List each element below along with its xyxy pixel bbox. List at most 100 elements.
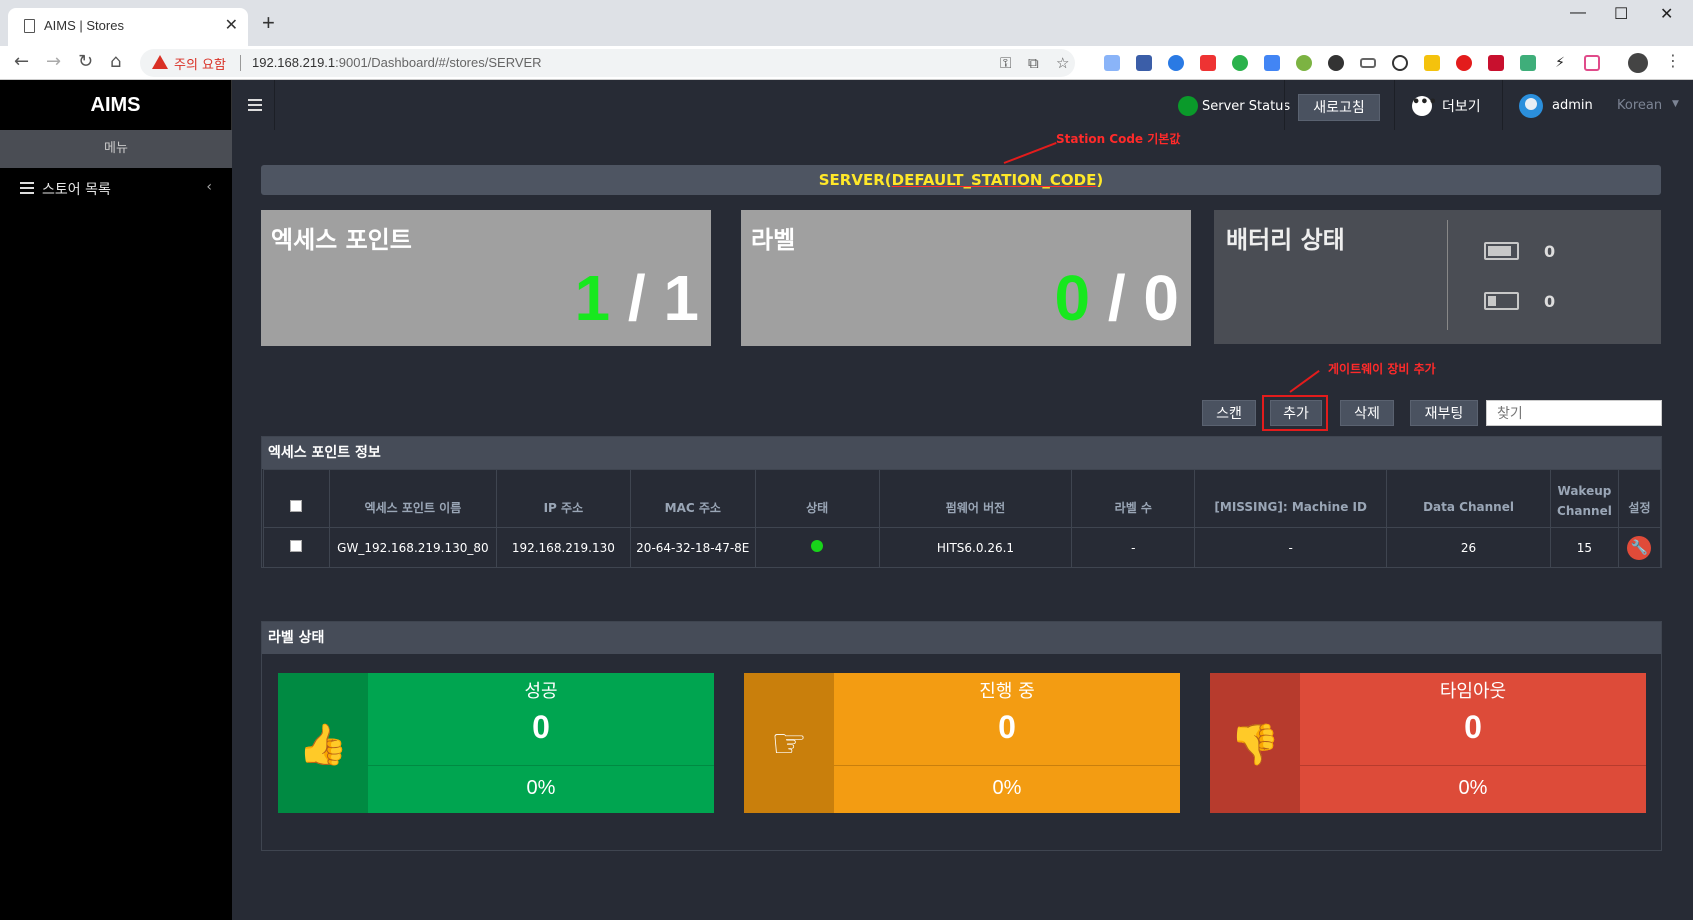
evernote-icon[interactable] bbox=[1232, 55, 1248, 71]
maximize-button[interactable]: ☐ bbox=[1614, 4, 1628, 24]
key-icon[interactable]: ⚿ bbox=[1000, 54, 1011, 72]
more-button[interactable]: 더보기 bbox=[1442, 96, 1481, 116]
search-input[interactable] bbox=[1486, 400, 1662, 426]
translate-icon[interactable]: ⧉ bbox=[1028, 54, 1039, 72]
top-navbar: Server Status 새로고침 ••• 더보기 admin Korean … bbox=[232, 80, 1693, 130]
omnibox[interactable]: 주의 요함 192.168.219.1:9001/Dashboard/#/sto… bbox=[140, 49, 1075, 77]
column-header[interactable]: [MISSING]: Machine ID bbox=[1194, 469, 1388, 528]
station-suffix: ) bbox=[1096, 171, 1104, 189]
new-tab-button[interactable]: + bbox=[262, 10, 275, 36]
status-card: 👎 타임아웃 0 0% bbox=[1210, 673, 1646, 813]
card-label: 진행 중 bbox=[979, 681, 1035, 702]
bolt-icon[interactable]: ⚡ bbox=[1552, 55, 1568, 71]
delete-button[interactable]: 삭제 bbox=[1340, 400, 1394, 426]
translate-extension-icon[interactable] bbox=[1264, 55, 1280, 71]
data-channel-cell: 26 bbox=[1386, 527, 1551, 568]
station-prefix: SERVER( bbox=[818, 171, 892, 189]
battery-full-level bbox=[1488, 246, 1511, 256]
column-header[interactable]: 라벨 수 bbox=[1071, 469, 1196, 528]
access-point-table: 엑세스 포인트 이름 IP 주소 MAC 주소 상태 펌웨어 버전 라벨 수 [… bbox=[263, 469, 1662, 568]
battery-low-count: 0 bbox=[1544, 292, 1556, 311]
user-name[interactable]: admin bbox=[1552, 98, 1593, 113]
minimize-button[interactable]: — bbox=[1570, 4, 1586, 22]
status-card: 👍 성공 0 0% bbox=[278, 673, 714, 813]
address-bar-row: ← → ↻ ⌂ 주의 요함 192.168.219.1:9001/Dashboa… bbox=[0, 46, 1693, 80]
stat-title: 라벨 bbox=[751, 226, 796, 254]
browser-menu-icon[interactable]: ⋮ bbox=[1665, 51, 1681, 70]
column-header[interactable]: Wakeup Channel bbox=[1549, 469, 1619, 528]
row-checkbox[interactable] bbox=[290, 540, 303, 552]
brand-logo[interactable]: AIMS bbox=[0, 80, 232, 130]
stat-online-count: 0 bbox=[1054, 262, 1091, 334]
annotation-arrow bbox=[1289, 370, 1320, 393]
wrench-icon[interactable]: 🔧 bbox=[1627, 535, 1652, 560]
column-header[interactable]: MAC 주소 bbox=[629, 469, 756, 528]
scan-button[interactable]: 스캔 bbox=[1202, 400, 1256, 426]
station-code: DEFAULT_STATION_CODE bbox=[891, 171, 1097, 189]
firmware-cell: HITS6.0.26.1 bbox=[878, 527, 1073, 568]
battery-full-icon bbox=[1484, 242, 1519, 260]
more-icon[interactable]: ••• bbox=[1412, 96, 1437, 116]
chevron-down-icon[interactable]: ▼ bbox=[1672, 99, 1679, 109]
extension-search-icon[interactable] bbox=[1104, 55, 1120, 71]
stat-total-count: 0 bbox=[1143, 262, 1179, 334]
extension-icon[interactable] bbox=[1136, 55, 1152, 71]
label-stat-box: 라벨 0 / 0 bbox=[741, 210, 1191, 346]
card-count: 0 bbox=[1464, 709, 1482, 745]
mac-cell: 20-64-32-18-47-8E bbox=[629, 527, 756, 568]
reboot-button[interactable]: 재부팅 bbox=[1410, 400, 1478, 426]
card-label: 성공 bbox=[524, 681, 558, 702]
sidebar-item-store-list[interactable]: 스토어 목록 ‹ bbox=[0, 168, 232, 210]
sidebar-item-label: 스토어 목록 bbox=[42, 182, 111, 198]
card-percent: 0% bbox=[992, 777, 1022, 799]
card-body: 타임아웃 0 0% bbox=[1300, 673, 1646, 813]
extension-icon[interactable] bbox=[1296, 55, 1312, 71]
browser-titlebar: AIMS | Stores ✕ + — ☐ ✕ bbox=[0, 0, 1693, 46]
extension-icon[interactable] bbox=[1168, 55, 1184, 71]
divider bbox=[274, 80, 275, 130]
settings-cell: 🔧 bbox=[1617, 527, 1662, 568]
security-warning[interactable]: 주의 요함 bbox=[174, 54, 226, 73]
user-avatar-icon[interactable] bbox=[1519, 94, 1543, 118]
wakeup-channel-cell: 15 bbox=[1549, 527, 1619, 568]
card-body: 성공 0 0% bbox=[368, 673, 714, 813]
extension-icon[interactable] bbox=[1520, 55, 1536, 71]
extension-icon[interactable] bbox=[1488, 55, 1504, 71]
hamburger-menu-icon[interactable] bbox=[248, 99, 262, 114]
profile-avatar[interactable] bbox=[1628, 53, 1648, 73]
refresh-button[interactable]: 새로고침 bbox=[1298, 94, 1380, 121]
browser-tab[interactable]: AIMS | Stores ✕ bbox=[8, 8, 248, 46]
column-header[interactable]: IP 주소 bbox=[495, 469, 631, 528]
annotation-arrow bbox=[1003, 141, 1057, 164]
url-text[interactable]: 192.168.219.1:9001/Dashboard/#/stores/SE… bbox=[252, 55, 542, 70]
extension-icon[interactable] bbox=[1456, 55, 1472, 71]
card-count: 0 bbox=[998, 709, 1016, 745]
card-count: 0 bbox=[532, 709, 550, 745]
server-status-label: Server Status bbox=[1202, 99, 1291, 114]
divider bbox=[1447, 220, 1448, 330]
extension-icon[interactable] bbox=[1200, 55, 1216, 71]
forward-icon[interactable]: → bbox=[46, 51, 61, 72]
select-all-checkbox[interactable] bbox=[290, 499, 303, 512]
column-header[interactable]: 상태 bbox=[754, 469, 880, 528]
sync-icon[interactable] bbox=[1392, 55, 1408, 71]
warning-icon bbox=[152, 55, 168, 69]
language-select[interactable]: Korean bbox=[1617, 98, 1662, 113]
battery-low-level bbox=[1488, 296, 1497, 306]
bookmark-star-icon[interactable]: ☆ bbox=[1056, 54, 1069, 72]
close-window-button[interactable]: ✕ bbox=[1660, 4, 1673, 24]
stat-title: 엑세스 포인트 bbox=[271, 226, 412, 254]
home-icon[interactable]: ⌂ bbox=[110, 51, 121, 72]
column-header[interactable]: Data Channel bbox=[1386, 469, 1551, 528]
tab-close-icon[interactable]: ✕ bbox=[225, 15, 238, 34]
column-header[interactable]: 펌웨어 버전 bbox=[878, 469, 1073, 528]
back-icon[interactable]: ← bbox=[14, 51, 29, 72]
table-row[interactable]: GW_192.168.219.130_80 192.168.219.130 20… bbox=[263, 527, 1662, 568]
extension-icon[interactable] bbox=[1424, 55, 1440, 71]
download-icon[interactable] bbox=[1328, 55, 1344, 71]
column-header[interactable]: 엑세스 포인트 이름 bbox=[328, 469, 497, 528]
extension-icon[interactable] bbox=[1360, 58, 1376, 68]
extension-icon[interactable] bbox=[1584, 55, 1600, 71]
reload-icon[interactable]: ↻ bbox=[78, 51, 93, 72]
add-button[interactable]: 추가 bbox=[1270, 400, 1322, 426]
